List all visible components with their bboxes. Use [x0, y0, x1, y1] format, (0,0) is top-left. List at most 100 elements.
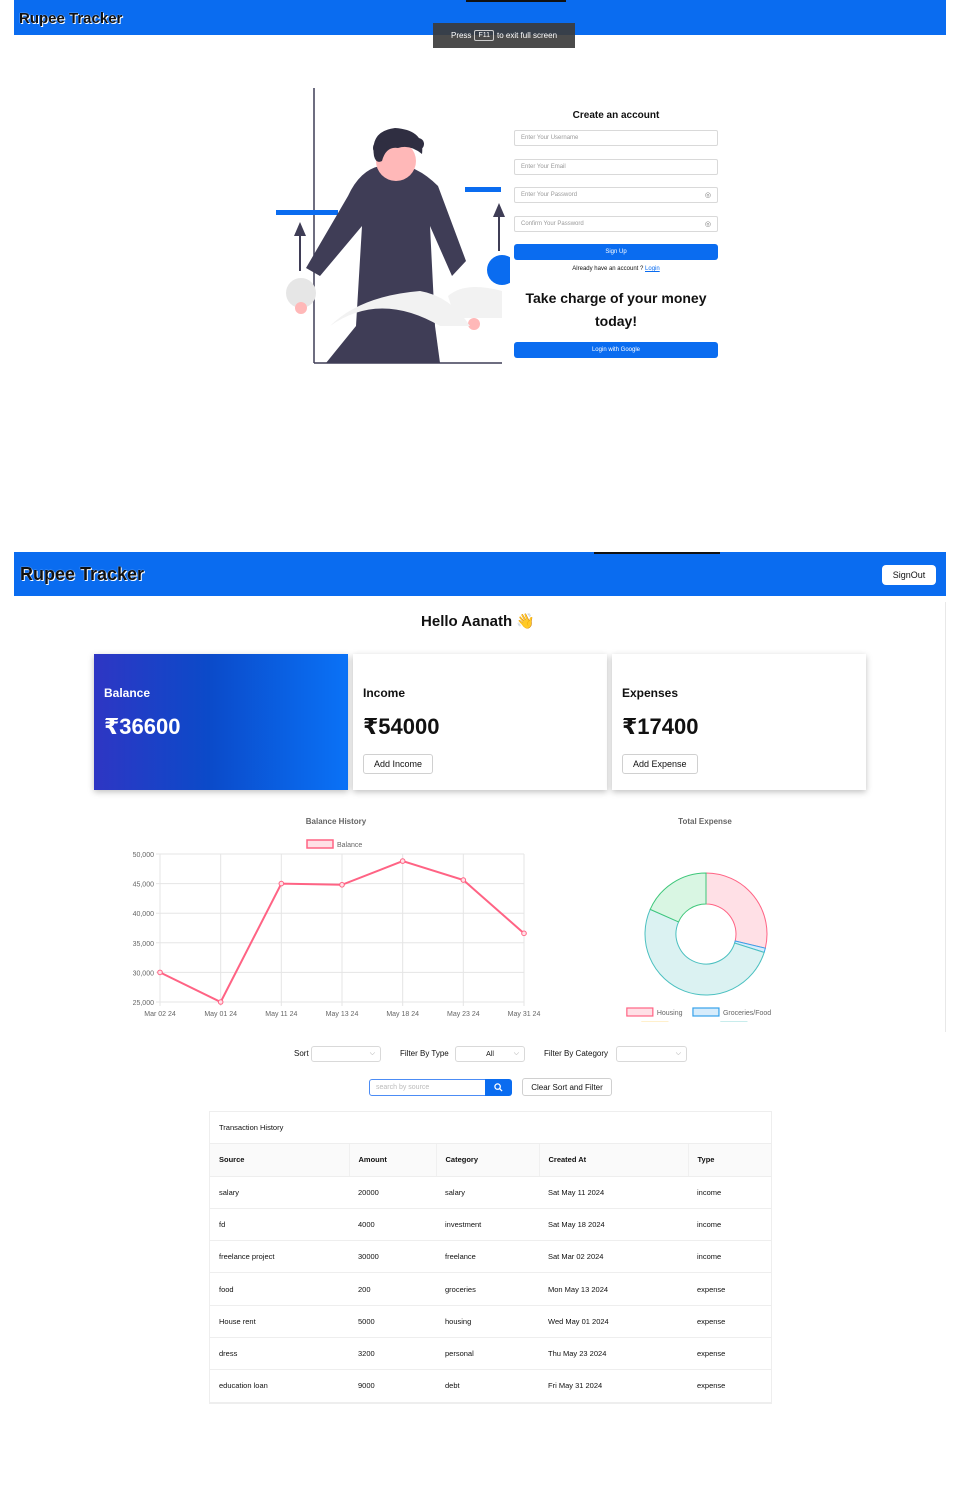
filter-category-label: Filter By Category — [544, 1049, 609, 1058]
x-tick-label: May 31 24 — [508, 1011, 541, 1018]
x-tick-label: May 18 24 — [386, 1011, 419, 1018]
income-value: ₹54000 — [363, 714, 440, 739]
table-cell: dress — [210, 1337, 349, 1371]
data-point[interactable] — [399, 858, 406, 864]
data-point[interactable] — [460, 877, 467, 883]
legend-swatch[interactable] — [692, 1007, 720, 1017]
legend-label-balance[interactable]: Balance — [337, 842, 362, 849]
table-cell: expense — [688, 1337, 771, 1371]
expenses-value: ₹17400 — [622, 714, 699, 739]
column-header[interactable]: Category — [436, 1144, 540, 1177]
y-tick-label: 30,000 — [133, 970, 155, 977]
table-cell: Mon May 13 2024 — [539, 1272, 688, 1306]
table-header-row: Source Amount Category Created At Type — [210, 1144, 771, 1177]
balance-title: Balance — [104, 686, 151, 700]
filter-type-select[interactable]: All ⌵ — [455, 1046, 525, 1062]
email-field[interactable]: Enter Your Email — [514, 158, 718, 175]
column-header[interactable]: Source — [210, 1144, 350, 1177]
signup-screen: Rupee Tracker Press F11 to exit full scr… — [0, 0, 956, 540]
legend-swatch[interactable] — [626, 1007, 654, 1017]
table-cell: groceries — [436, 1272, 539, 1306]
fullscreen-notice-text: to exit full screen — [496, 31, 558, 40]
legend-swatch-balance[interactable] — [306, 839, 334, 849]
eye-slash-icon[interactable]: ◎ — [705, 191, 711, 199]
login-link[interactable]: Login — [645, 266, 660, 272]
table-cell: 4000 — [349, 1208, 436, 1242]
balance-history-chart: Balance History Balance 50,000 45,000 40,0… — [133, 817, 541, 1018]
signup-button[interactable]: Sign Up — [514, 244, 718, 260]
table-row: House rent 5000 housing Wed May 01 2024 expe… — [210, 1305, 771, 1338]
sort-select[interactable]: ⌵ — [311, 1046, 381, 1062]
column-header[interactable]: Type — [688, 1144, 771, 1177]
clear-sort-filter-button[interactable]: Clear Sort and Filter — [522, 1078, 612, 1096]
table-row: education loan 9000 debt Fri May 31 2024 exp… — [210, 1369, 771, 1403]
expenses-card: Expenses ₹17400 Add Expense — [612, 654, 866, 790]
filter-type-value: All — [486, 1050, 494, 1058]
y-tick-label: 50,000 — [133, 852, 155, 859]
finance-illustration — [276, 88, 510, 364]
table-cell: fd — [210, 1208, 349, 1242]
confirm-password-placeholder: Confirm Your Password — [521, 220, 584, 227]
column-header[interactable]: Amount — [349, 1144, 437, 1177]
filter-type-label: Filter By Type — [400, 1049, 449, 1058]
income-card: Income ₹54000 Add Income — [353, 654, 607, 790]
table-cell: salary — [436, 1176, 539, 1209]
transaction-table: Transaction History Source Amount Catego… — [209, 1111, 772, 1404]
search-icon — [494, 1083, 503, 1092]
chevron-down-icon: ⌵ — [369, 1050, 375, 1057]
pie-slice[interactable] — [705, 872, 768, 949]
expenses-title: Expenses — [622, 686, 679, 700]
filter-category-select[interactable]: ⌵ — [616, 1046, 687, 1062]
table-cell: expense — [688, 1272, 771, 1306]
password-field[interactable]: Enter Your Password ◎ — [514, 187, 718, 203]
income-title: Income — [363, 686, 406, 700]
table-cell: 9000 — [349, 1369, 436, 1403]
table-cell: 5000 — [349, 1305, 436, 1338]
data-point[interactable] — [339, 881, 345, 888]
x-tick-label: May 13 24 — [326, 1011, 359, 1018]
data-point[interactable] — [521, 930, 527, 937]
table-row: food 200 groceries Mon May 13 2024 expense — [210, 1272, 771, 1306]
x-tick-label: May 01 24 — [204, 1011, 237, 1018]
chart-title: Total Expense — [678, 817, 732, 826]
x-tick-label: Mar 02 24 — [144, 1011, 176, 1018]
add-income-button[interactable]: Add Income — [363, 754, 434, 774]
legend-label[interactable]: Groceries/Food — [723, 1010, 771, 1017]
data-point[interactable] — [217, 999, 224, 1005]
table-cell: expense — [688, 1305, 771, 1338]
email-placeholder: Enter Your Email — [521, 163, 566, 170]
column-header[interactable]: Created At — [539, 1144, 689, 1177]
legend-label[interactable]: Housing — [657, 1010, 683, 1017]
confirm-password-field[interactable]: Confirm Your Password ◎ — [514, 215, 718, 232]
google-login-button[interactable]: Login with Google — [514, 342, 718, 358]
balance-value: ₹36600 — [104, 714, 181, 739]
add-expense-button[interactable]: Add Expense — [622, 754, 698, 774]
have-account-line: Already have an account ? Login — [514, 266, 718, 272]
table-cell: investment — [436, 1208, 539, 1242]
table-row: freelance project 30000 freelance Sat Mar 0… — [210, 1240, 771, 1274]
eye-slash-icon[interactable]: ◎ — [705, 220, 711, 228]
username-field[interactable]: Enter Your Username — [514, 130, 718, 146]
table-cell: food — [210, 1272, 349, 1306]
table-cell: freelance project — [210, 1240, 349, 1274]
data-point[interactable] — [157, 969, 163, 976]
top-edge-line — [594, 552, 720, 554]
table-cell: freelance — [436, 1240, 539, 1274]
table-caption: Transaction History — [210, 1112, 771, 1144]
chart-title: Balance History — [306, 817, 367, 826]
search-button[interactable] — [485, 1079, 512, 1096]
content-edge — [945, 602, 946, 1032]
table-cell: salary — [210, 1176, 349, 1209]
balance-card: Balance ₹36600 — [94, 654, 348, 790]
signout-button[interactable]: SignOut — [882, 565, 936, 585]
x-tick-label: May 11 24 — [265, 1011, 297, 1018]
y-tick-label: 25,000 — [133, 1000, 155, 1007]
search-input[interactable]: search by source — [369, 1079, 486, 1096]
data-point[interactable] — [278, 880, 285, 887]
x-tick-label: May 23 24 — [447, 1011, 480, 1018]
top-edge-line — [466, 0, 566, 2]
table-cell: debt — [436, 1369, 539, 1403]
y-tick-label: 35,000 — [133, 941, 155, 948]
table-cell: expense — [688, 1369, 771, 1403]
table-cell: income — [688, 1176, 771, 1209]
